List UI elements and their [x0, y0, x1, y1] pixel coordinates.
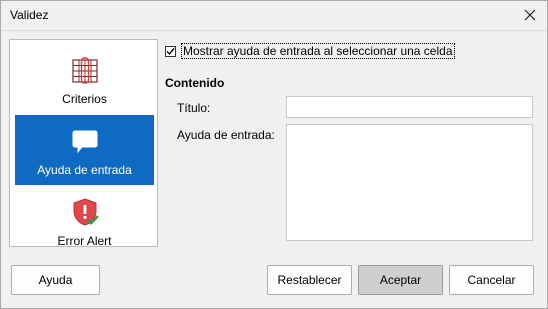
tab-input-help[interactable]: Ayuda de entrada: [15, 115, 154, 185]
help-button[interactable]: Ayuda: [11, 265, 100, 295]
title-label: Título:: [177, 101, 211, 115]
show-help-option[interactable]: Mostrar ayuda de entrada al seleccionar …: [165, 43, 455, 59]
reset-button[interactable]: Restablecer: [267, 265, 352, 295]
title-input[interactable]: [286, 96, 533, 118]
title-bar: Validez: [0, 0, 548, 31]
speech-bubble-icon: [72, 130, 97, 154]
content-section-title: Contenido: [165, 76, 225, 90]
input-help-label: Ayuda de entrada:: [177, 128, 275, 142]
tab-error-alert-label: Error Alert: [57, 234, 112, 248]
close-icon: [524, 9, 536, 21]
accept-button[interactable]: Aceptar: [358, 265, 443, 295]
tab-error-alert[interactable]: Error Alert: [15, 186, 154, 256]
input-help-textarea[interactable]: [286, 124, 533, 241]
criteria-grid-icon: [71, 57, 98, 84]
tab-criteria[interactable]: Criterios: [15, 44, 154, 114]
window-title: Validez: [10, 8, 49, 22]
cancel-button[interactable]: Cancelar: [449, 265, 534, 295]
close-button[interactable]: [518, 4, 542, 26]
tab-list: Criterios Ayuda de entrada Error Alert: [9, 39, 158, 248]
show-help-label[interactable]: Mostrar ayuda de entrada al seleccionar …: [181, 43, 455, 59]
shield-warning-icon: [73, 198, 99, 226]
tab-input-help-label: Ayuda de entrada: [37, 163, 132, 177]
show-help-checkbox[interactable]: [165, 45, 176, 57]
tab-criteria-label: Criterios: [62, 92, 107, 106]
checkmark-icon: [166, 47, 175, 55]
